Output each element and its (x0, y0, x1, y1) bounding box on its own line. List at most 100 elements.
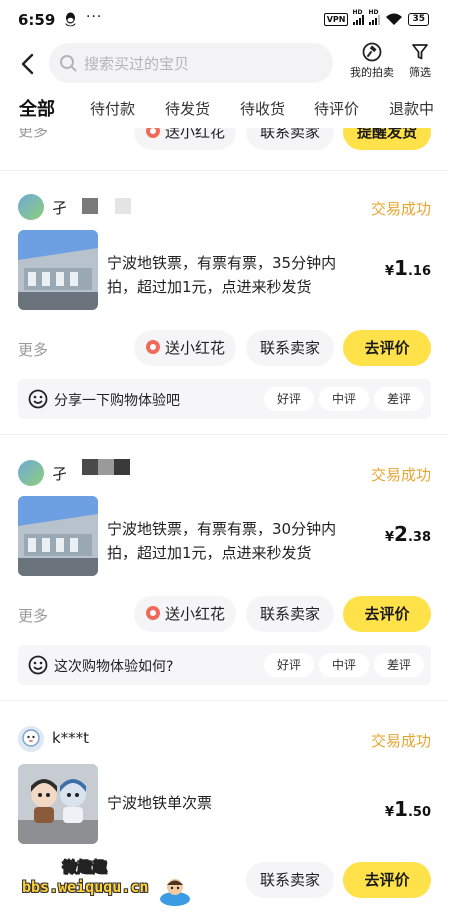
order-price: ¥2.38 (385, 522, 431, 546)
product-thumbnail[interactable] (18, 230, 98, 310)
review-prompt-bar: 分享一下购物体验吧 好评 中评 差评 (18, 379, 431, 419)
tab-pending-payment[interactable]: 待付款 (90, 98, 135, 119)
order-status: 交易成功 (370, 200, 431, 218)
product-title[interactable]: 宁波地铁票，有票有票，30分钟内拍，超过加1元，点进来秒发货 (107, 517, 357, 565)
order-price: ¥1.50 (385, 797, 431, 821)
order-status: 交易成功 (370, 732, 431, 750)
review-prompt-text: 这次购物体验如何? (54, 659, 174, 675)
price-currency: ¥ (385, 264, 395, 279)
my-auction-label: 我的拍卖 (350, 66, 394, 79)
product-title[interactable]: 宁波地铁票，有票有票，35分钟内拍，超过加1元，点进来秒发货 (107, 251, 357, 299)
contact-seller-label: 联系卖家 (259, 605, 320, 623)
masked-name-block (114, 459, 130, 475)
forum-watermark: 微趣趣 bbs.weiququ.cn (22, 852, 202, 912)
price-decimal: .16 (407, 264, 431, 279)
remind-shipment-button[interactable]: 提醒发货 (343, 128, 431, 150)
write-review-button[interactable]: 去评价 (343, 330, 431, 366)
figurine-image (18, 764, 98, 844)
watermark-url-text: bbs.weiququ.cn (22, 878, 149, 896)
order-price: ¥1.16 (385, 256, 431, 280)
seller-avatar[interactable] (18, 460, 44, 486)
send-flower-button[interactable]: 送小红花 (134, 330, 236, 366)
order-card[interactable]: 孑 交易成功 宁波地铁票，有票有票，35分钟内拍，超过加1元，点进来秒发货 ¥1… (0, 180, 449, 432)
filter-icon (412, 44, 428, 60)
neutral-review-button[interactable]: 中评 (319, 653, 369, 677)
write-review-button[interactable]: 去评价 (343, 596, 431, 632)
divider (0, 700, 449, 701)
remind-shipment-label: 提醒发货 (356, 128, 417, 141)
price-decimal: .38 (407, 530, 431, 545)
product-thumbnail[interactable] (18, 496, 98, 576)
write-review-button[interactable]: 去评价 (343, 862, 431, 898)
tab-pending-review[interactable]: 待评价 (314, 98, 359, 119)
wifi-icon (386, 13, 403, 25)
contact-seller-button[interactable]: 联系卖家 (246, 596, 334, 632)
price-currency: ¥ (385, 805, 395, 820)
send-flower-button[interactable]: 送小红花 (134, 128, 236, 150)
bad-review-button[interactable]: 差评 (374, 653, 424, 677)
tab-pending-receipt[interactable]: 待收货 (240, 98, 285, 119)
search-input[interactable]: 搜索买过的宝贝 (49, 43, 333, 83)
qq-icon (65, 12, 76, 27)
send-flower-label: 送小红花 (164, 605, 225, 623)
price-decimal: .50 (407, 805, 431, 820)
my-auction-button[interactable]: 我的拍卖 (347, 42, 397, 80)
header: 搜索买过的宝贝 我的拍卖 筛选 (0, 40, 449, 88)
divider (0, 170, 449, 171)
seller-name[interactable]: 孑 (52, 463, 67, 484)
order-list: 更多 送小红花 联系卖家 提醒发货 孑 交易成功 宁波地铁票，有票有票，35分钟… (0, 128, 449, 920)
good-review-button[interactable]: 好评 (264, 653, 314, 677)
status-indicators: VPN HD HD 35 (323, 9, 429, 26)
vpn-badge: VPN (323, 13, 349, 26)
back-icon[interactable] (14, 50, 42, 78)
neutral-review-button[interactable]: 中评 (319, 387, 369, 411)
watermark-top-text: 微趣趣 (61, 858, 108, 877)
status-more-dots: ··· (86, 9, 103, 25)
flower-icon (145, 128, 160, 138)
price-integer: 1 (394, 256, 408, 280)
smiley-icon (28, 655, 48, 675)
price-integer: 1 (394, 797, 408, 821)
status-time: 6:59 (18, 11, 56, 29)
flower-icon (145, 340, 160, 354)
product-title[interactable]: 宁波地铁单次票 (107, 791, 357, 815)
divider (0, 434, 449, 435)
hd-label: HD (352, 9, 363, 16)
bad-review-button[interactable]: 差评 (374, 387, 424, 411)
more-link[interactable]: 更多 (18, 339, 48, 360)
seller-avatar[interactable] (18, 726, 44, 752)
tab-all[interactable]: 全部 (19, 95, 55, 121)
write-review-label: 去评价 (364, 605, 410, 623)
subway-train-image (18, 496, 98, 576)
send-flower-label: 送小红花 (164, 339, 225, 357)
good-review-button[interactable]: 好评 (264, 387, 314, 411)
review-prompt-text: 分享一下购物体验吧 (54, 393, 180, 409)
seller-avatar[interactable] (18, 194, 44, 220)
hd-label: HD (368, 9, 379, 16)
smiley-icon (28, 389, 48, 409)
seller-name[interactable]: 孑 (52, 197, 67, 218)
masked-name-block (82, 459, 98, 475)
contact-seller-label: 联系卖家 (259, 339, 320, 357)
product-thumbnail[interactable] (18, 764, 98, 844)
more-link[interactable]: 更多 (18, 605, 48, 626)
search-icon (60, 55, 77, 72)
contact-seller-button[interactable]: 联系卖家 (246, 330, 334, 366)
masked-name-block (82, 198, 98, 214)
send-flower-label: 送小红花 (164, 128, 225, 141)
masked-name-block (98, 459, 114, 475)
send-flower-button[interactable]: 送小红花 (134, 596, 236, 632)
seller-name[interactable]: k***t (52, 729, 89, 747)
more-link[interactable]: 更多 (18, 128, 48, 141)
status-bar: 6:59 ··· VPN HD HD 35 (0, 0, 449, 40)
filter-button[interactable]: 筛选 (404, 42, 436, 80)
search-placeholder: 搜索买过的宝贝 (84, 55, 190, 73)
contact-seller-button[interactable]: 联系卖家 (246, 862, 334, 898)
contact-seller-button[interactable]: 联系卖家 (246, 128, 334, 150)
order-card[interactable]: 孑 交易成功 宁波地铁票，有票有票，30分钟内拍，超过加1元，点进来秒发货 ¥2… (0, 446, 449, 698)
write-review-label: 去评价 (364, 339, 410, 357)
price-integer: 2 (394, 522, 408, 546)
tab-pending-shipment[interactable]: 待发货 (165, 98, 210, 119)
tab-refund[interactable]: 退款中 (389, 98, 434, 119)
partial-order-actions: 更多 送小红花 联系卖家 提醒发货 (0, 128, 449, 152)
